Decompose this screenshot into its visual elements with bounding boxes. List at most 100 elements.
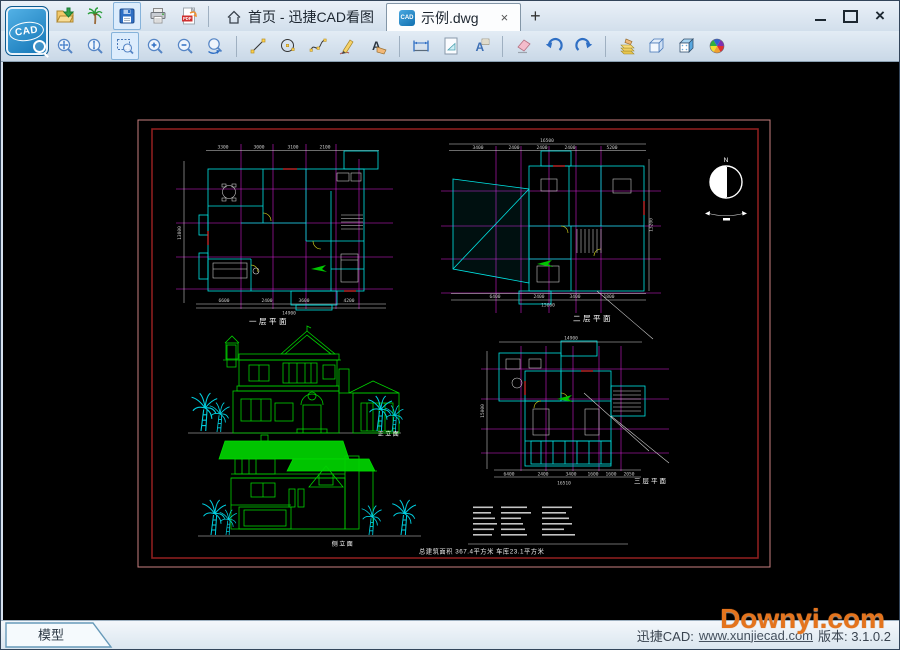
svg-text:5200: 5200 xyxy=(606,145,617,151)
eraser-icon xyxy=(514,36,534,56)
plan-second-floor: 16500 3400 2400 2400 2400 5200 6400 2400… xyxy=(441,138,661,339)
toolbar-separator-2 xyxy=(399,36,400,57)
main-toolbar: A A xyxy=(1,31,899,62)
tab-home[interactable]: 首页 - 迅捷CAD看图 xyxy=(214,2,386,31)
undo-button[interactable] xyxy=(540,32,568,60)
draw-circle-button[interactable] xyxy=(274,32,302,60)
tree-icon xyxy=(392,500,416,535)
svg-text:2050: 2050 xyxy=(623,471,634,477)
insert-image-button[interactable] xyxy=(82,2,110,30)
cad-canvas-area[interactable]: 3300 3000 3100 2100 6600 2400 3600 4200 … xyxy=(3,62,899,621)
eraser-button[interactable] xyxy=(510,32,538,60)
layers-icon xyxy=(617,36,637,56)
background-color-button[interactable] xyxy=(703,32,731,60)
tree-icon xyxy=(368,396,392,431)
view-3d-button[interactable] xyxy=(643,32,671,60)
cad-drawing[interactable]: 3300 3000 3100 2100 6600 2400 3600 4200 … xyxy=(3,62,899,621)
zoom-in-icon xyxy=(145,36,165,56)
tree-icon xyxy=(385,405,403,432)
close-button[interactable]: × xyxy=(865,5,895,27)
svg-text:3000: 3000 xyxy=(253,145,264,151)
zoom-out-icon xyxy=(175,36,195,56)
svg-text:15000: 15000 xyxy=(480,404,486,418)
plan3-stairs xyxy=(613,391,641,411)
svg-text:2400: 2400 xyxy=(261,298,272,304)
zoom-extents-icon xyxy=(85,36,105,56)
side-elevation: 侧立面 xyxy=(198,435,421,548)
measure-area-button[interactable] xyxy=(437,32,465,60)
pan-button[interactable] xyxy=(51,32,79,60)
new-tab-button[interactable]: + xyxy=(521,6,550,27)
zoom-window-icon xyxy=(115,36,135,56)
add-text-note-button[interactable]: A xyxy=(364,32,392,60)
svg-text:1600: 1600 xyxy=(605,471,616,477)
minimize-button[interactable] xyxy=(805,5,835,27)
plan2-caption: 二层平面 xyxy=(573,314,613,323)
measure-area-icon xyxy=(441,36,461,56)
zoom-out-button[interactable] xyxy=(171,32,199,60)
layers-button[interactable] xyxy=(613,32,641,60)
save-button[interactable] xyxy=(113,2,141,30)
tab-document-label: 示例.dwg xyxy=(421,8,479,28)
draw-spline-button[interactable] xyxy=(304,32,332,60)
plan1-north-pointer xyxy=(311,265,327,272)
front-elevation: 正立面 xyxy=(188,326,403,438)
pdf-icon-label: PDF xyxy=(183,16,192,21)
print-button[interactable] xyxy=(144,2,172,30)
svg-text:2400: 2400 xyxy=(508,145,519,151)
toolbar-separator-3 xyxy=(502,36,503,57)
maximize-button[interactable] xyxy=(835,5,865,27)
svg-text:6600: 6600 xyxy=(218,298,229,304)
tree-icon xyxy=(192,393,218,431)
svg-text:3400: 3400 xyxy=(569,294,580,300)
measure-distance-button[interactable] xyxy=(407,32,435,60)
plan-third-floor: 14900 15000 6400 2400 3400 1600 1600 205… xyxy=(480,336,669,487)
svg-text:2400: 2400 xyxy=(537,471,548,477)
zoom-extents-button[interactable] xyxy=(81,32,109,60)
render-style-button[interactable] xyxy=(673,32,701,60)
open-file-button[interactable] xyxy=(51,2,79,30)
svg-text:15600: 15600 xyxy=(541,303,555,309)
zoom-in-button[interactable] xyxy=(141,32,169,60)
app-window: CAD xyxy=(0,0,900,650)
export-pdf-button[interactable]: PDF xyxy=(175,2,203,30)
tree-icon xyxy=(202,500,226,535)
svg-text:2400: 2400 xyxy=(564,145,575,151)
open-folder-icon xyxy=(55,6,75,26)
svg-text:2100: 2100 xyxy=(319,145,330,151)
downyi-watermark: Downyi.com xyxy=(720,603,885,635)
titlebar-separator xyxy=(208,6,209,27)
compass-n-label: N xyxy=(724,157,729,164)
draw-line-button[interactable] xyxy=(244,32,272,60)
vendor-prefix: 迅捷CAD: xyxy=(637,626,694,645)
svg-text:3400: 3400 xyxy=(472,145,483,151)
cad-file-icon: CAD xyxy=(399,10,415,26)
svg-text:1600: 1600 xyxy=(587,471,598,477)
svg-text:6400: 6400 xyxy=(503,471,514,477)
maximize-icon xyxy=(843,10,858,23)
zoom-previous-icon xyxy=(205,36,225,56)
svg-text:2400: 2400 xyxy=(533,294,544,300)
render-cube-icon xyxy=(677,36,697,56)
tab-close-icon[interactable]: × xyxy=(501,11,509,24)
home-icon xyxy=(226,9,242,25)
redo-button[interactable] xyxy=(570,32,598,60)
palm-tree-icon xyxy=(86,6,106,26)
model-tab[interactable]: 模型 xyxy=(5,622,125,648)
zoom-window-button[interactable] xyxy=(111,32,139,60)
model-tab-label: 模型 xyxy=(38,628,64,643)
tree-icon xyxy=(220,510,237,535)
undo-icon xyxy=(544,36,564,56)
area-summary-table: 总建筑面积 367.4平方米 车库23.1平方米 xyxy=(419,507,628,556)
svg-text:13800: 13800 xyxy=(177,226,183,240)
zoom-previous-button[interactable] xyxy=(201,32,229,60)
draw-freehand-button[interactable] xyxy=(334,32,362,60)
svg-text:16510: 16510 xyxy=(557,481,571,487)
find-text-button[interactable]: A xyxy=(467,32,495,60)
plan-first-floor: 3300 3000 3100 2100 6600 2400 3600 4200 … xyxy=(176,144,393,326)
minimize-icon xyxy=(815,19,826,21)
side-elevation-caption: 侧立面 xyxy=(332,540,355,548)
tab-document[interactable]: CAD 示例.dwg × xyxy=(386,3,521,31)
area-note: 总建筑面积 367.4平方米 车库23.1平方米 xyxy=(419,547,545,556)
toolbar-separator-1 xyxy=(236,36,237,57)
